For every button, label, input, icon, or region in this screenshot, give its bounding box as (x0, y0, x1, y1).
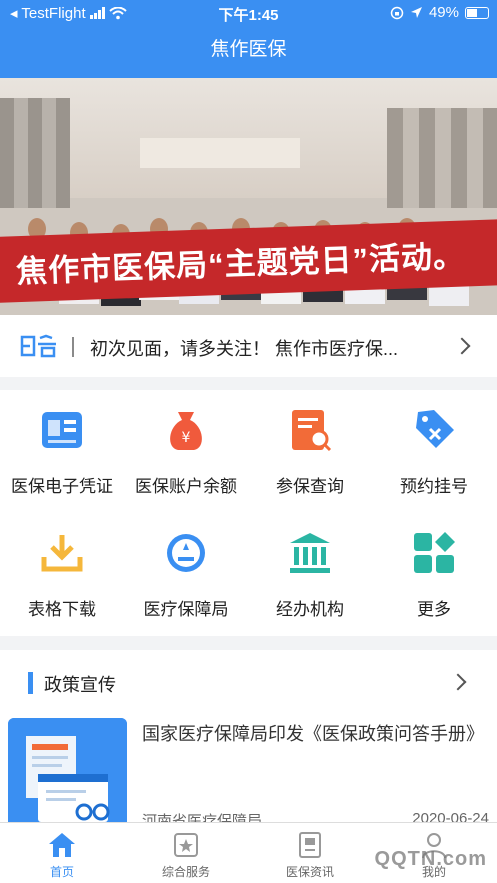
notice-text[interactable]: 初次见面，请多关注！ 焦作市医疗保... (90, 335, 430, 361)
tag-icon (416, 410, 454, 448)
tab-label: 综合服务 (161, 865, 210, 879)
download-icon (41, 535, 83, 572)
lock-rotation-icon (390, 6, 404, 19)
service-label: 表格下载 (28, 600, 96, 619)
service-item-more[interactable]: 更多 (372, 513, 496, 636)
chevron-right-icon[interactable] (449, 673, 467, 691)
status-bar: ◂ TestFlight 下午1:45 49% (0, 0, 497, 26)
service-label: 医保账户余额 (135, 477, 237, 496)
section-accent-bar (28, 672, 33, 694)
service-item-account-balance[interactable]: ¥ 医保账户余额 (124, 390, 248, 513)
page-title: 焦作医保 (210, 39, 287, 60)
tab-services[interactable]: 综合服务 (124, 823, 248, 883)
document-illustration-icon (8, 718, 127, 828)
money-bag-icon: ¥ (170, 412, 202, 450)
section-title: 政策宣传 (44, 675, 116, 695)
battery-percent: 49% (428, 4, 459, 21)
location-icon (410, 7, 422, 18)
watermark: QQTN.com (374, 848, 487, 870)
battery-icon (465, 6, 489, 19)
service-item-insurance-query[interactable]: 参保查询 (248, 390, 372, 513)
news-icon (299, 832, 321, 858)
grid-icon (414, 532, 455, 573)
service-label: 医保电子凭证 (11, 477, 113, 496)
service-label: 预约挂号 (400, 477, 468, 496)
status-right: 49% (390, 4, 489, 21)
notice-label-icon (20, 334, 56, 358)
service-item-medical-bureau[interactable]: 医疗保障局 (124, 513, 248, 636)
home-icon (49, 833, 75, 857)
service-label: 医疗保障局 (143, 600, 229, 619)
policy-section: 政策宣传 国家医疗保障局印发《医保政策问答手册》 河南省医疗保障局 2020-0… (0, 650, 497, 830)
tab-label: 医保资讯 (285, 865, 334, 879)
svg-text:¥: ¥ (182, 430, 191, 446)
service-item-e-certificate[interactable]: 医保电子凭证 (0, 390, 124, 513)
tab-label: 首页 (49, 865, 74, 879)
service-item-form-download[interactable]: 表格下载 (0, 513, 124, 636)
banner-carousel[interactable]: 焦作市医保局“主题党日”活动。 (0, 78, 497, 315)
tab-news[interactable]: 医保资讯 (248, 823, 372, 883)
service-grid: 医保电子凭证 ¥ 医保账户余额 参保查询 预约挂号 表格下载 医疗保障局 经办机… (0, 390, 497, 636)
service-label: 参保查询 (276, 477, 344, 496)
service-icon (174, 833, 198, 857)
top-bar: ◂ TestFlight 下午1:45 49% 焦作医保 (0, 0, 497, 78)
building-icon (290, 533, 330, 573)
id-card-icon (42, 412, 82, 448)
service-label: 更多 (417, 600, 451, 619)
notice-divider (72, 337, 74, 357)
service-item-agencies[interactable]: 经办机构 (248, 513, 372, 636)
tab-home[interactable]: 首页 (0, 823, 124, 883)
chevron-right-icon[interactable] (453, 337, 471, 355)
notice-bar[interactable]: 初次见面，请多关注！ 焦作市医疗保... (0, 315, 497, 377)
emblem-icon (167, 534, 205, 572)
service-item-appointment[interactable]: 预约挂号 (372, 390, 496, 513)
banner-photo-plaque (140, 138, 300, 168)
article-title[interactable]: 国家医疗保障局印发《医保政策问答手册》 (142, 720, 484, 748)
article-thumbnail[interactable] (8, 718, 127, 828)
service-label: 经办机构 (276, 600, 344, 619)
document-search-icon (292, 410, 332, 452)
